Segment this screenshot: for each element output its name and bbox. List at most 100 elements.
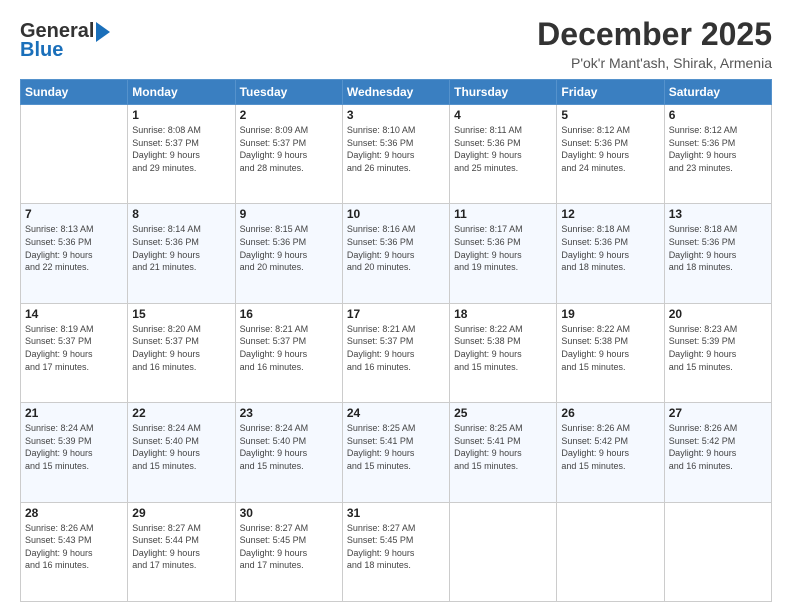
day-number: 29 (132, 506, 230, 520)
calendar-cell: 29 Sunrise: 8:27 AMSunset: 5:44 PMDayligh… (128, 502, 235, 601)
day-info: Sunrise: 8:09 AMSunset: 5:37 PMDaylight:… (240, 124, 338, 174)
calendar-week-row: 28 Sunrise: 8:26 AMSunset: 5:43 PMDayligh… (21, 502, 772, 601)
day-number: 3 (347, 108, 445, 122)
day-info: Sunrise: 8:15 AMSunset: 5:36 PMDaylight:… (240, 223, 338, 273)
day-info: Sunrise: 8:26 AMSunset: 5:43 PMDaylight:… (25, 522, 123, 572)
day-info: Sunrise: 8:25 AMSunset: 5:41 PMDaylight:… (454, 422, 552, 472)
calendar-cell: 20 Sunrise: 8:23 AMSunset: 5:39 PMDayligh… (664, 303, 771, 402)
subtitle: P'ok'r Mant'ash, Shirak, Armenia (537, 55, 772, 71)
calendar-cell: 24 Sunrise: 8:25 AMSunset: 5:41 PMDayligh… (342, 403, 449, 502)
day-number: 17 (347, 307, 445, 321)
day-number: 20 (669, 307, 767, 321)
day-number: 9 (240, 207, 338, 221)
day-info: Sunrise: 8:11 AMSunset: 5:36 PMDaylight:… (454, 124, 552, 174)
day-info: Sunrise: 8:27 AMSunset: 5:45 PMDaylight:… (347, 522, 445, 572)
calendar-cell: 21 Sunrise: 8:24 AMSunset: 5:39 PMDayligh… (21, 403, 128, 502)
day-number: 31 (347, 506, 445, 520)
calendar-cell (21, 105, 128, 204)
day-info: Sunrise: 8:08 AMSunset: 5:37 PMDaylight:… (132, 124, 230, 174)
calendar-cell: 18Sunrise: 8:22 AMSunset: 5:38 PMDayligh… (450, 303, 557, 402)
calendar-week-row: 7 Sunrise: 8:13 AMSunset: 5:36 PMDaylight… (21, 204, 772, 303)
day-number: 12 (561, 207, 659, 221)
calendar-cell: 10 Sunrise: 8:16 AMSunset: 5:36 PMDayligh… (342, 204, 449, 303)
day-info: Sunrise: 8:20 AMSunset: 5:37 PMDaylight:… (132, 323, 230, 373)
day-number: 10 (347, 207, 445, 221)
day-info: Sunrise: 8:12 AMSunset: 5:36 PMDaylight:… (561, 124, 659, 174)
calendar-cell: 27 Sunrise: 8:26 AMSunset: 5:42 PMDayligh… (664, 403, 771, 502)
day-of-week-header: Sunday (21, 80, 128, 105)
calendar-cell: 1 Sunrise: 8:08 AMSunset: 5:37 PMDaylight… (128, 105, 235, 204)
day-info: Sunrise: 8:14 AMSunset: 5:36 PMDaylight:… (132, 223, 230, 273)
day-info: Sunrise: 8:10 AMSunset: 5:36 PMDaylight:… (347, 124, 445, 174)
calendar-cell: 13Sunrise: 8:18 AMSunset: 5:36 PMDayligh… (664, 204, 771, 303)
day-number: 8 (132, 207, 230, 221)
day-info: Sunrise: 8:17 AMSunset: 5:36 PMDaylight:… (454, 223, 552, 273)
day-number: 24 (347, 406, 445, 420)
day-info: Sunrise: 8:16 AMSunset: 5:36 PMDaylight:… (347, 223, 445, 273)
day-info: Sunrise: 8:27 AMSunset: 5:44 PMDaylight:… (132, 522, 230, 572)
day-of-week-header: Friday (557, 80, 664, 105)
day-info: Sunrise: 8:19 AMSunset: 5:37 PMDaylight:… (25, 323, 123, 373)
day-of-week-header: Wednesday (342, 80, 449, 105)
logo-blue: Blue (20, 39, 63, 62)
calendar-cell: 14 Sunrise: 8:19 AMSunset: 5:37 PMDayligh… (21, 303, 128, 402)
day-number: 1 (132, 108, 230, 122)
day-info: Sunrise: 8:21 AMSunset: 5:37 PMDaylight:… (347, 323, 445, 373)
day-of-week-header: Monday (128, 80, 235, 105)
day-info: Sunrise: 8:24 AMSunset: 5:40 PMDaylight:… (132, 422, 230, 472)
logo-arrow-icon (96, 22, 110, 42)
day-info: Sunrise: 8:27 AMSunset: 5:45 PMDaylight:… (240, 522, 338, 572)
calendar-cell: 3 Sunrise: 8:10 AMSunset: 5:36 PMDaylight… (342, 105, 449, 204)
day-number: 23 (240, 406, 338, 420)
calendar-cell: 9 Sunrise: 8:15 AMSunset: 5:36 PMDaylight… (235, 204, 342, 303)
day-info: Sunrise: 8:25 AMSunset: 5:41 PMDaylight:… (347, 422, 445, 472)
day-of-week-header: Saturday (664, 80, 771, 105)
calendar-cell: 31 Sunrise: 8:27 AMSunset: 5:45 PMDayligh… (342, 502, 449, 601)
day-info: Sunrise: 8:13 AMSunset: 5:36 PMDaylight:… (25, 223, 123, 273)
calendar-cell: 15 Sunrise: 8:20 AMSunset: 5:37 PMDayligh… (128, 303, 235, 402)
day-number: 4 (454, 108, 552, 122)
day-info: Sunrise: 8:18 AMSunset: 5:36 PMDaylight:… (669, 223, 767, 273)
day-info: Sunrise: 8:22 AMSunset: 5:38 PMDaylight:… (454, 323, 552, 373)
calendar-cell: 5 Sunrise: 8:12 AMSunset: 5:36 PMDaylight… (557, 105, 664, 204)
day-number: 22 (132, 406, 230, 420)
day-info: Sunrise: 8:24 AMSunset: 5:39 PMDaylight:… (25, 422, 123, 472)
day-info: Sunrise: 8:26 AMSunset: 5:42 PMDaylight:… (669, 422, 767, 472)
day-number: 7 (25, 207, 123, 221)
day-number: 28 (25, 506, 123, 520)
logo: General Blue (20, 20, 112, 62)
header: General Blue December 2025 P'ok'r Mant'a… (20, 16, 772, 71)
calendar-cell: 17 Sunrise: 8:21 AMSunset: 5:37 PMDayligh… (342, 303, 449, 402)
day-of-week-header: Tuesday (235, 80, 342, 105)
calendar-cell: 4 Sunrise: 8:11 AMSunset: 5:36 PMDaylight… (450, 105, 557, 204)
day-info: Sunrise: 8:22 AMSunset: 5:38 PMDaylight:… (561, 323, 659, 373)
day-info: Sunrise: 8:18 AMSunset: 5:36 PMDaylight:… (561, 223, 659, 273)
page: General Blue December 2025 P'ok'r Mant'a… (0, 0, 792, 612)
day-number: 27 (669, 406, 767, 420)
day-number: 14 (25, 307, 123, 321)
day-number: 15 (132, 307, 230, 321)
month-title: December 2025 (537, 16, 772, 53)
day-number: 5 (561, 108, 659, 122)
day-number: 21 (25, 406, 123, 420)
calendar-week-row: 21 Sunrise: 8:24 AMSunset: 5:39 PMDayligh… (21, 403, 772, 502)
calendar-cell: 6Sunrise: 8:12 AMSunset: 5:36 PMDaylight… (664, 105, 771, 204)
calendar-cell: 19Sunrise: 8:22 AMSunset: 5:38 PMDayligh… (557, 303, 664, 402)
day-number: 6 (669, 108, 767, 122)
day-info: Sunrise: 8:23 AMSunset: 5:39 PMDaylight:… (669, 323, 767, 373)
calendar-header-row: SundayMondayTuesdayWednesdayThursdayFrid… (21, 80, 772, 105)
day-number: 2 (240, 108, 338, 122)
calendar-cell: 25 Sunrise: 8:25 AMSunset: 5:41 PMDayligh… (450, 403, 557, 502)
calendar-table: SundayMondayTuesdayWednesdayThursdayFrid… (20, 79, 772, 602)
calendar-cell: 23 Sunrise: 8:24 AMSunset: 5:40 PMDayligh… (235, 403, 342, 502)
calendar-week-row: 14 Sunrise: 8:19 AMSunset: 5:37 PMDayligh… (21, 303, 772, 402)
day-number: 11 (454, 207, 552, 221)
calendar-cell (664, 502, 771, 601)
title-block: December 2025 P'ok'r Mant'ash, Shirak, A… (537, 16, 772, 71)
day-info: Sunrise: 8:21 AMSunset: 5:37 PMDaylight:… (240, 323, 338, 373)
calendar-cell: 8 Sunrise: 8:14 AMSunset: 5:36 PMDaylight… (128, 204, 235, 303)
calendar-cell (450, 502, 557, 601)
day-number: 16 (240, 307, 338, 321)
day-number: 25 (454, 406, 552, 420)
day-info: Sunrise: 8:24 AMSunset: 5:40 PMDaylight:… (240, 422, 338, 472)
